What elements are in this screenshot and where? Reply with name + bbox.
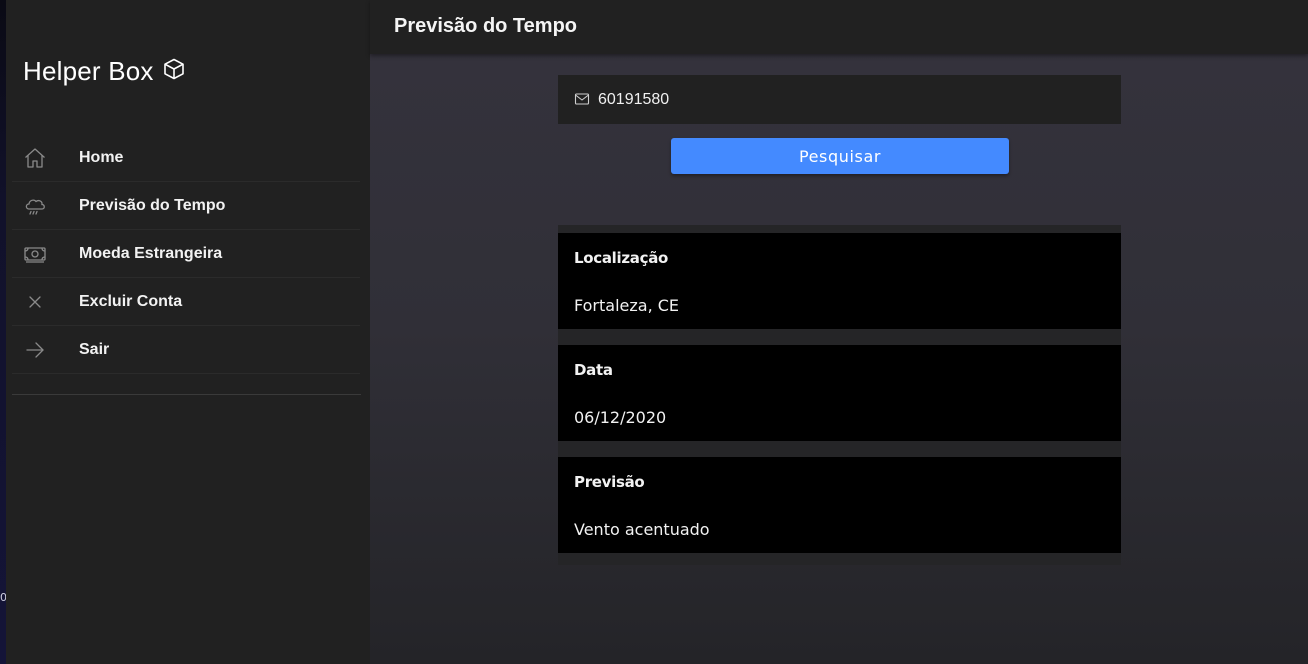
sidebar-item-label: Moeda Estrangeira — [79, 244, 223, 262]
card-title: Localização — [574, 249, 669, 267]
brand[interactable]: Helper Box — [23, 56, 186, 87]
sidebar-item-label: Home — [79, 148, 124, 166]
result-card-location: Localização Fortaleza, CE — [558, 233, 1121, 329]
result-card-date: Data 06/12/2020 — [558, 345, 1121, 441]
sidebar-item-delete-account[interactable]: Excluir Conta — [12, 278, 360, 326]
results-panel: Localização Fortaleza, CE Data 06/12/202… — [558, 225, 1121, 565]
sidebar-nav: Home Previsão do Tempo Moeda Estrangeira… — [12, 134, 360, 374]
sidebar-item-home[interactable]: Home — [12, 134, 360, 182]
search-button[interactable]: Pesquisar — [671, 138, 1009, 174]
rain-cloud-icon — [22, 193, 48, 219]
app-root: 0 Helper Box Home Previsão do Tempo Moed… — [0, 0, 1308, 664]
sidebar-item-label: Previsão do Tempo — [79, 196, 226, 214]
card-title: Data — [574, 361, 613, 379]
page-title: Previsão do Tempo — [394, 15, 578, 37]
sidebar: Helper Box Home Previsão do Tempo Moeda … — [6, 0, 370, 664]
topbar: Previsão do Tempo — [370, 0, 1308, 54]
sidebar-item-label: Excluir Conta — [79, 292, 183, 310]
sidebar-item-currency[interactable]: Moeda Estrangeira — [12, 230, 360, 278]
cep-input[interactable] — [598, 87, 1098, 113]
card-value: Fortaleza, CE — [574, 296, 680, 315]
main-content: Pesquisar Localização Fortaleza, CE Data… — [370, 54, 1308, 664]
cep-field — [558, 75, 1121, 124]
sidebar-divider — [12, 394, 361, 395]
close-icon — [22, 289, 48, 315]
app-name: Helper Box — [23, 56, 154, 86]
home-icon — [22, 145, 48, 171]
sidebar-item-logout[interactable]: Sair — [12, 326, 360, 374]
card-title: Previsão — [574, 473, 645, 491]
card-value: Vento acentuado — [574, 520, 710, 539]
mail-icon — [574, 91, 590, 107]
money-icon — [22, 241, 48, 267]
sidebar-item-weather[interactable]: Previsão do Tempo — [12, 182, 360, 230]
cube-icon — [162, 57, 186, 81]
result-card-forecast: Previsão Vento acentuado — [558, 457, 1121, 553]
sidebar-item-label: Sair — [79, 340, 110, 358]
card-value: 06/12/2020 — [574, 408, 667, 427]
arrow-right-icon — [22, 337, 48, 363]
